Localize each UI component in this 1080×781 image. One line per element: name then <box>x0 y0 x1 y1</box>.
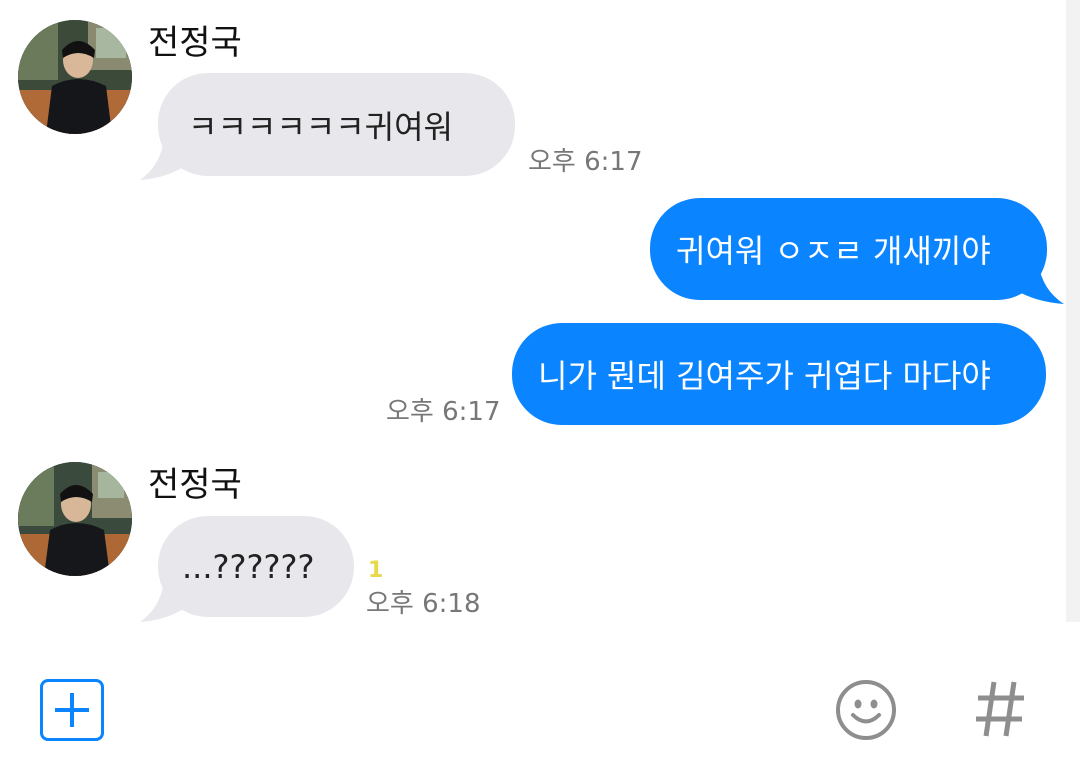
emoji-button[interactable] <box>834 678 898 742</box>
sender-avatar[interactable] <box>18 462 132 576</box>
hashtag-button[interactable] <box>970 674 1030 744</box>
smiley-icon <box>836 680 896 740</box>
message-bubble[interactable]: 니가 뭔데 김여주가 귀엽다 마다야 <box>512 323 1046 425</box>
unread-count-badge: 1 <box>368 558 384 583</box>
message-text: ...?????? <box>182 547 315 586</box>
chat-area[interactable]: 전정국 ㅋㅋㅋㅋㅋㅋ귀여워 오후 6:17 귀여워 ㅇㅈㄹ 개새끼야 니가 뭔데… <box>0 0 1080 622</box>
sender-name: 전정국 <box>148 23 242 63</box>
message-bubble[interactable]: ...?????? <box>158 516 354 617</box>
plus-icon <box>55 693 89 727</box>
message-bubble[interactable]: 귀여워 ㅇㅈㄹ 개새끼야 <box>650 198 1047 300</box>
add-attachment-button[interactable] <box>40 679 104 741</box>
scrollbar-track[interactable] <box>1066 0 1080 622</box>
sender-avatar[interactable] <box>18 20 132 134</box>
message-bubble[interactable]: ㅋㅋㅋㅋㅋㅋ귀여워 <box>158 73 515 176</box>
bubble-tail <box>1012 262 1064 304</box>
message-text: 귀여워 ㅇㅈㄹ 개새끼야 <box>676 232 991 270</box>
message-text: 니가 뭔데 김여주가 귀엽다 마다야 <box>538 357 991 395</box>
message-time: 오후 6:17 <box>386 397 501 427</box>
message-time: 오후 6:17 <box>528 147 643 177</box>
hash-icon <box>976 681 1024 737</box>
message-time: 오후 6:18 <box>366 589 481 619</box>
input-bar <box>0 622 1080 781</box>
sender-name: 전정국 <box>148 465 242 505</box>
message-text: ㅋㅋㅋㅋㅋㅋ귀여워 <box>188 107 453 146</box>
